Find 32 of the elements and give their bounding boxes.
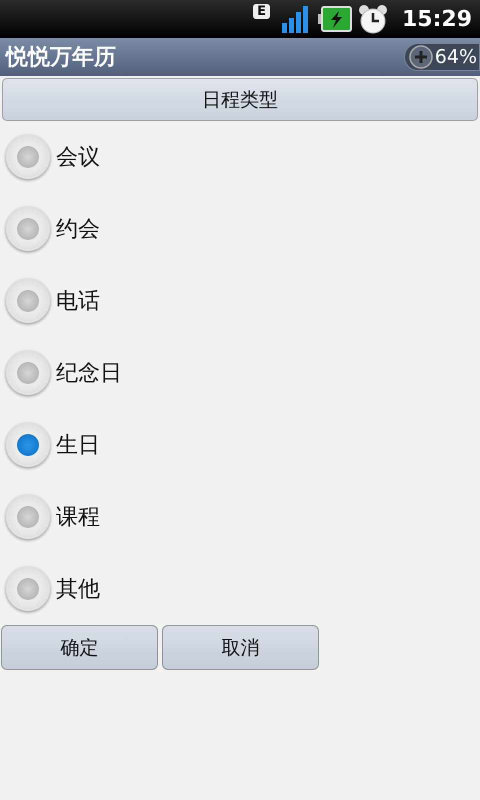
option-label: 生日 [56,432,100,460]
radio-button[interactable] [6,495,50,539]
network-type-badge: E [253,4,270,19]
option-label: 电话 [56,288,100,316]
radio-button[interactable] [6,279,50,323]
radio-button[interactable] [6,567,50,611]
memory-percent: 64% [434,46,477,68]
plus-icon [408,45,433,69]
clock-time: 15:29 [402,6,472,32]
option-label: 纪念日 [56,360,122,388]
radio-option[interactable]: 约会 [0,193,480,265]
option-label: 约会 [56,216,100,244]
option-label: 其他 [56,576,100,604]
radio-option[interactable]: 其他 [0,553,480,625]
radio-option[interactable]: 课程 [0,481,480,553]
radio-option[interactable]: 纪念日 [0,337,480,409]
option-label: 课程 [56,504,100,532]
radio-button[interactable] [6,207,50,251]
cancel-button[interactable]: 取消 [162,625,319,670]
memory-badge[interactable]: 64% [404,43,480,71]
option-label: 会议 [56,144,100,172]
radio-button[interactable] [6,135,50,179]
radio-button[interactable] [6,423,50,467]
charging-battery-icon [318,5,352,33]
radio-button[interactable] [6,351,50,395]
alarm-clock-icon [358,4,388,34]
radio-option[interactable]: 会议 [0,121,480,193]
confirm-button[interactable]: 确定 [1,625,158,670]
app-title: 悦悦万年历 [4,44,116,72]
radio-option[interactable]: 生日 [0,409,480,481]
dialog-header: 日程类型 [2,78,478,121]
radio-option[interactable]: 电话 [0,265,480,337]
